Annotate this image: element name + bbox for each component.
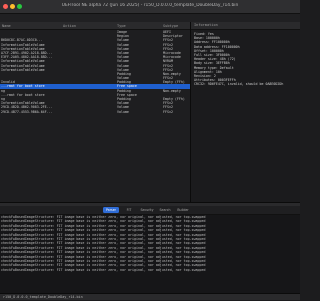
tab-parser[interactable]: Parser: [103, 207, 119, 213]
tree-rows: Image UEFI Region Descriptor B6D0C8C-B7AC-0D…: [0, 30, 190, 114]
tab-security[interactable]: Security: [139, 207, 155, 213]
information-body: Fixed: Yes Base: 100000h Address: FF100000…: [191, 30, 300, 88]
tree-header: Name Action Type Subtype: [0, 22, 190, 30]
tab-search[interactable]: Search: [157, 207, 173, 213]
information-title: Information: [191, 22, 300, 30]
info-line: CRC32: 9D6FE47C, invalid, should be 0A8E…: [194, 82, 284, 87]
tree-row[interactable]: 29CD-4B77-4553-9B6A-64F... Volume FFSv2: [0, 110, 190, 114]
messages-tab-bar: Parser FIT Security Search Builder: [0, 206, 300, 215]
column-subtype[interactable]: Subtype: [163, 24, 178, 28]
structure-tree[interactable]: Name Action Type Subtype Image UEFI Region…: [0, 22, 191, 202]
column-action[interactable]: Action: [63, 24, 76, 28]
row-type: Volume: [117, 109, 129, 114]
information-panel: Information Fixed: Yes Base: 100000h Addre…: [191, 22, 300, 202]
column-type[interactable]: Type: [117, 24, 126, 28]
column-name[interactable]: Name: [2, 24, 11, 28]
status-bar: r150_D.0.0.0_template_DoubleDay_r14.bin: [0, 293, 300, 300]
row-name: 29CD-4B77-4553-9B6A-64F...: [1, 109, 53, 114]
tab-fit[interactable]: FIT: [121, 207, 137, 213]
row-subtype: FFSv2: [163, 109, 173, 114]
message-line[interactable]: checkFwBasedImageStructure: FIT image ba…: [0, 268, 300, 272]
title-bar: UEFITool NE alpha 72 (Jun 16 2025) - r15…: [0, 0, 300, 14]
window-title: UEFITool NE alpha 72 (Jun 16 2025) - r15…: [61, 3, 239, 8]
tab-builder[interactable]: Builder: [175, 207, 191, 213]
messages-list[interactable]: checkFwBasedImageStructure: FIT image ba…: [0, 215, 300, 293]
